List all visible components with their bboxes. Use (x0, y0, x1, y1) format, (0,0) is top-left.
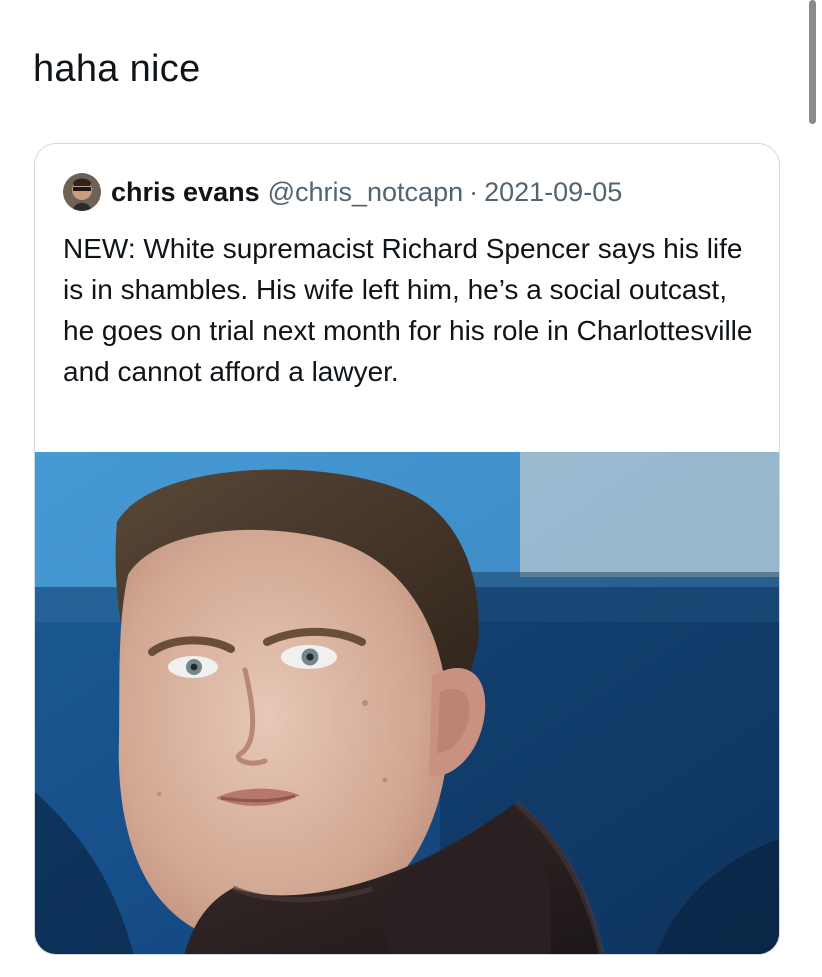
comment-text: haha nice (33, 48, 201, 90)
quoted-tweet-card[interactable]: chris evans @chris_notcapn · 2021-09-05 … (34, 143, 780, 955)
user-avatar-icon[interactable] (63, 173, 101, 211)
quoted-tweet-header: chris evans @chris_notcapn · 2021-09-05 (63, 170, 622, 214)
screenshot-page: haha nice chris evans @chris_notcapn · 2… (0, 0, 822, 977)
scrollbar-thumb[interactable] (809, 0, 816, 124)
author-handle[interactable]: @chris_notcapn (268, 177, 464, 208)
portrait-photo-icon[interactable] (35, 452, 779, 954)
author-name[interactable]: chris evans (111, 177, 260, 208)
header-separator: · (469, 176, 479, 207)
tweet-date[interactable]: 2021-09-05 (484, 177, 622, 208)
tweet-body: NEW: White supremacist Richard Spencer s… (63, 233, 753, 387)
